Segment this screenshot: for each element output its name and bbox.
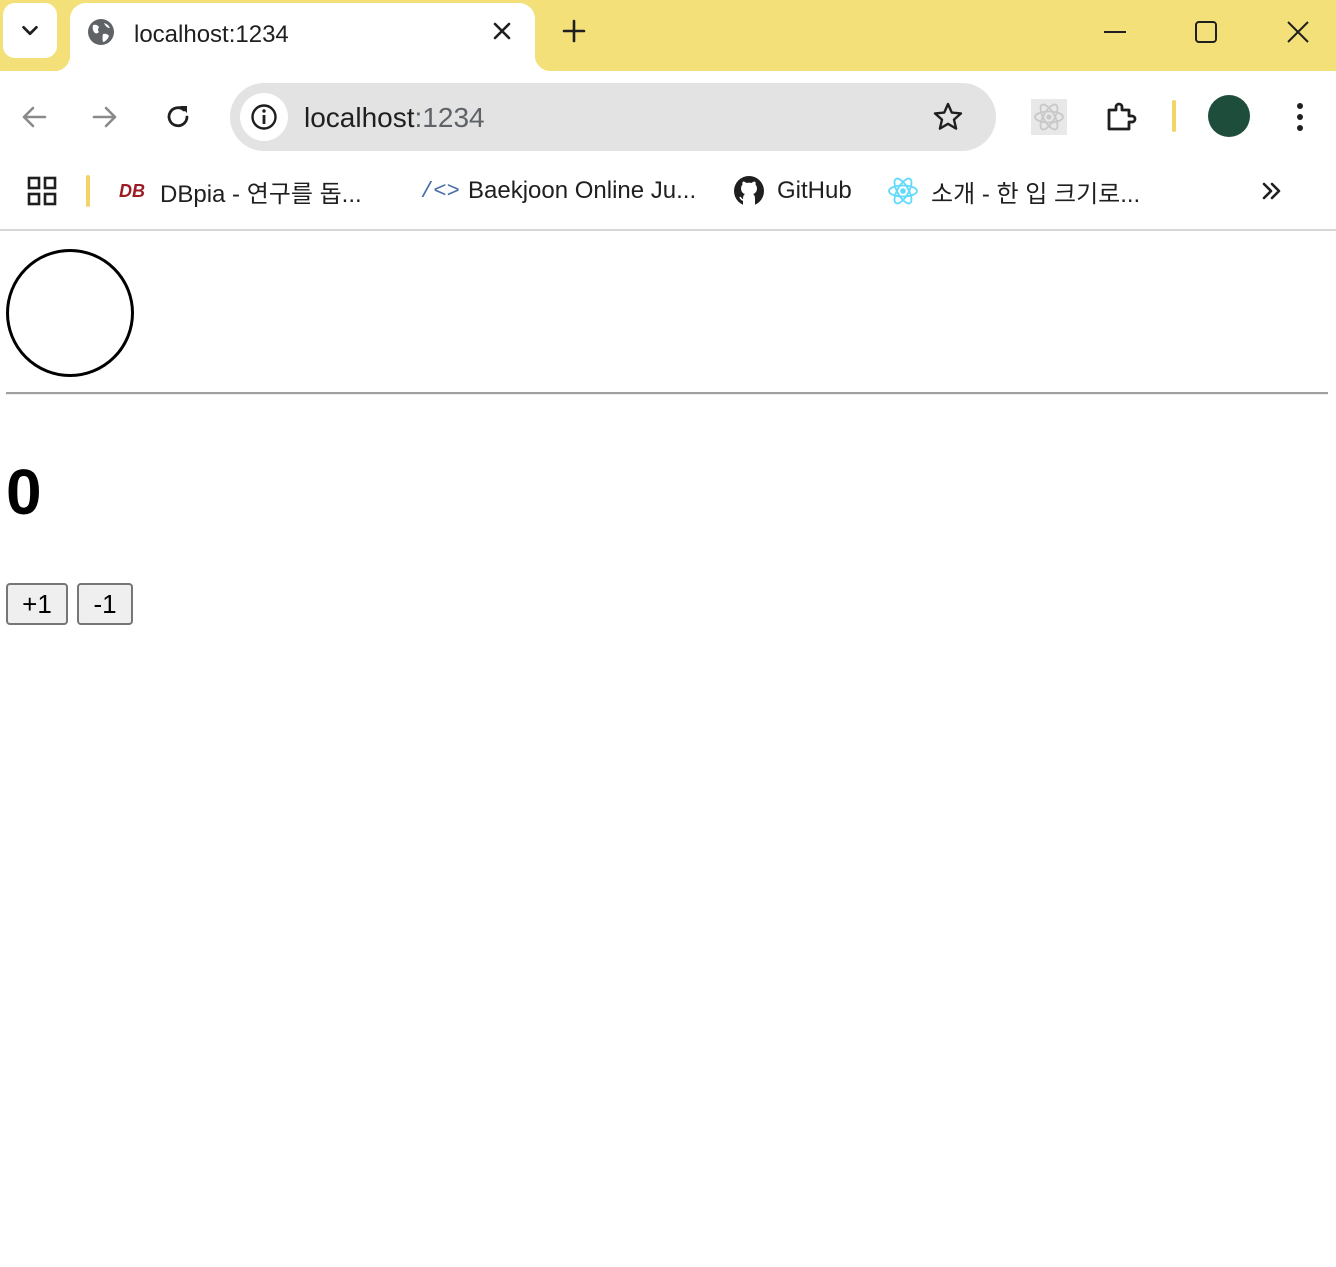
new-tab-button[interactable] [558,14,590,48]
star-icon [933,102,963,130]
bookmarks-bar: DB DBpia - 연구를 돕... /<> Baekjoon Online … [0,161,1336,231]
horizontal-rule [6,392,1328,395]
apps-button[interactable] [26,175,58,207]
url-host: localhost [304,102,415,133]
more-vert-icon [1297,103,1303,131]
tab-search-button[interactable] [3,3,57,58]
forward-arrow-icon [92,106,117,128]
globe-icon [88,19,114,45]
extensions-button[interactable] [1101,97,1141,137]
bookmark-react[interactable]: 소개 - 한 입 크기로... [887,175,1141,208]
extensions-icon [1107,102,1137,131]
decrement-button[interactable]: -1 [77,583,133,625]
page-content: 0 +1 -1 [0,233,1336,1267]
plus-icon [562,19,586,43]
chevron-double-right-icon [1262,182,1281,200]
increment-button[interactable]: +1 [6,583,68,625]
browser-toolbar: localhost:1234 [0,71,1336,161]
bookmark-label: 소개 - 한 입 크기로... [931,180,1141,208]
reload-icon [167,106,189,128]
apps-grid-icon [27,176,57,206]
site-info-button[interactable] [240,93,288,141]
circle-shape [6,249,134,377]
bookmark-github[interactable]: GitHub [733,175,852,207]
maximize-icon [1195,21,1217,43]
menu-button[interactable] [1280,97,1320,137]
active-tab[interactable]: localhost:1234 [54,3,551,71]
maximize-button[interactable] [1184,10,1228,54]
reload-button[interactable] [158,97,198,137]
counter-value: 0 [6,456,42,528]
back-arrow-icon [22,106,47,128]
bookmark-label: Baekjoon Online Ju... [468,177,697,204]
bookmark-dbpia[interactable]: DB DBpia - 연구를 돕... [116,175,362,208]
bookmark-baekjoon[interactable]: /<> Baekjoon Online Ju... [420,175,697,207]
react-icon [887,175,919,207]
back-button[interactable] [14,97,54,137]
tab-title: localhost:1234 [134,21,289,48]
toolbar-divider [1172,100,1176,132]
chevron-down-icon [22,25,38,35]
bookmark-label: DBpia - 연구를 돕... [160,180,362,208]
profile-avatar[interactable] [1208,95,1250,137]
window-close-icon [1287,21,1309,43]
dbpia-logo-icon: DB [119,180,145,201]
minimize-button[interactable] [1093,10,1137,54]
tab-close-button[interactable] [488,17,516,45]
bookmark-star-button[interactable] [930,99,966,135]
more-bookmarks-button[interactable] [1256,175,1288,207]
tab-strip: localhost:1234 [0,0,1336,71]
react-devtools-extension[interactable] [1028,96,1070,138]
info-icon [251,104,277,130]
minimize-icon [1104,31,1126,33]
address-bar[interactable]: localhost:1234 [230,83,996,151]
forward-button[interactable] [85,97,125,137]
url-port: :1234 [414,102,485,133]
react-devtools-icon [1031,99,1067,135]
url-text: localhost:1234 [304,102,485,134]
close-icon [493,22,511,40]
bookmark-label: GitHub [777,177,852,204]
bookmarks-divider [86,175,90,207]
github-icon [733,175,765,207]
baekjoon-logo-icon: /<> [420,178,460,204]
window-close-button[interactable] [1276,10,1320,54]
